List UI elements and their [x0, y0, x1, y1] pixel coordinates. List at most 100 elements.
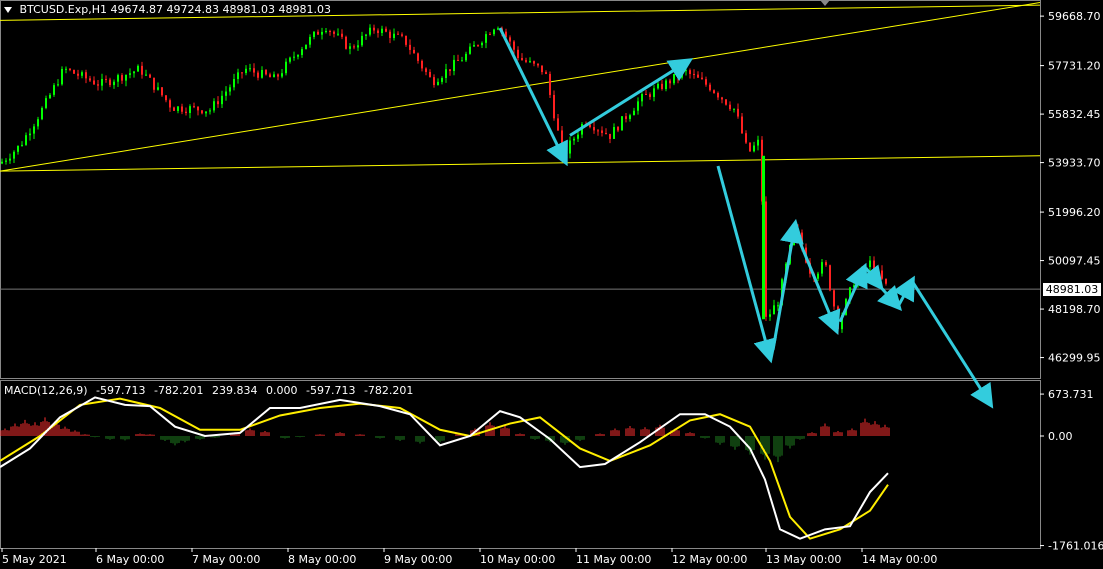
high-value: 49724.83	[166, 3, 220, 16]
symbol-dropdown-icon[interactable]	[4, 7, 12, 13]
candle-bear	[701, 77, 703, 80]
candle-bull	[285, 61, 287, 74]
candle-bull	[293, 56, 295, 58]
candle-bear	[161, 87, 163, 96]
candle-bear	[873, 260, 875, 273]
time-tick-label: 11 May 00:00	[576, 553, 651, 566]
candle-bear	[409, 44, 411, 50]
candle-bear	[333, 31, 335, 34]
chart-shift-marker	[820, 0, 830, 6]
candle-bear	[645, 93, 647, 95]
candle-bull	[673, 74, 675, 84]
time-tick-label: 5 May 2021	[2, 553, 67, 566]
candle-bear	[541, 65, 543, 73]
candle-bear	[181, 106, 183, 112]
candle-bull	[313, 31, 315, 37]
candle-bull	[465, 53, 467, 61]
candle-bull	[529, 61, 531, 63]
time-tick-label: 6 May 00:00	[96, 553, 164, 566]
candle-bear	[89, 78, 91, 81]
candle-bear	[201, 110, 203, 114]
candle-bull	[757, 139, 759, 146]
candle-bull	[653, 88, 655, 97]
candle-bear	[397, 33, 399, 35]
candle-bear	[557, 118, 559, 131]
candle-bull	[49, 94, 51, 99]
macd-value-5: -597.713	[305, 384, 356, 397]
candle-bear	[689, 70, 691, 74]
candle-bull	[441, 77, 443, 82]
candle-bull	[177, 106, 179, 111]
candle-bull	[393, 33, 395, 38]
candle-bull	[309, 36, 311, 45]
candle-bear	[449, 69, 451, 72]
macd-signal-line	[0, 397, 889, 540]
candle-bull	[17, 145, 19, 152]
candle-bull	[361, 35, 363, 46]
time-tick-label: 13 May 00:00	[766, 553, 841, 566]
candle-bear	[565, 146, 567, 154]
candle-bull	[37, 119, 39, 127]
candle-bull	[21, 144, 23, 146]
macd-tick-label: 673.731	[1048, 388, 1094, 401]
projection-arrow	[910, 280, 994, 409]
candle-bear	[517, 49, 519, 59]
price-tick-label: 53933.70	[1048, 157, 1101, 170]
macd-name: MACD(12,26,9)	[4, 384, 88, 397]
candle-bear	[257, 72, 259, 78]
candle-bull	[629, 115, 631, 119]
candle-bear	[513, 41, 515, 50]
price-tick-label: 55832.45	[1048, 108, 1101, 121]
candle-bull	[485, 34, 487, 43]
time-tick-label: 7 May 00:00	[192, 553, 260, 566]
candle-bear	[197, 106, 199, 111]
candle-bear	[425, 68, 427, 72]
candle-bear	[489, 34, 491, 36]
candle-bull	[869, 260, 871, 268]
candle-bull	[453, 59, 455, 72]
candle-bear	[697, 74, 699, 78]
candle-bull	[57, 84, 59, 86]
candle-bull	[249, 68, 251, 70]
candle-bull	[321, 31, 323, 35]
candle-bear	[561, 130, 563, 147]
candle-bear	[601, 130, 603, 133]
time-tick-label: 8 May 00:00	[288, 553, 356, 566]
candle-bear	[837, 306, 839, 330]
candle-bull	[245, 68, 247, 74]
candle-bull	[1, 161, 3, 164]
candle-bear	[341, 33, 343, 37]
candle-bull	[769, 314, 771, 317]
candle-bear	[93, 80, 95, 85]
candle-bear	[737, 108, 739, 117]
candle-bear	[429, 71, 431, 78]
candle-bull	[33, 126, 35, 134]
candle-bear	[661, 83, 663, 90]
candle-bear	[153, 77, 155, 90]
candle-bull	[101, 78, 103, 86]
candle-bull	[357, 45, 359, 48]
macd-tick-label: -1761.016	[1048, 540, 1103, 553]
candle-bear	[597, 130, 599, 132]
candle-bear	[165, 95, 167, 101]
candle-bear	[149, 74, 151, 78]
current-price-label: 48981.03	[1043, 283, 1101, 296]
chart-header: BTCUSD.Exp,H1 49674.87 49724.83 48981.03…	[4, 3, 331, 16]
candle-bull	[365, 34, 367, 36]
price-tick-label: 59668.70	[1048, 10, 1101, 23]
candle-bull	[325, 31, 327, 33]
candle-bull	[13, 151, 15, 159]
candle-bull	[445, 69, 447, 78]
candle-bull	[81, 72, 83, 76]
projection-arrow	[569, 58, 694, 137]
candle-bear	[277, 74, 279, 77]
candle-bull	[157, 87, 159, 90]
trendline	[0, 155, 1041, 172]
time-tick-label: 10 May 00:00	[480, 553, 555, 566]
price-tick-label: 46299.95	[1048, 352, 1101, 365]
candle-bear	[593, 127, 595, 131]
candle-bear	[545, 72, 547, 75]
candle-bull	[369, 27, 371, 35]
candle-bear	[477, 45, 479, 47]
symbol-label: BTCUSD.Exp,H1	[19, 3, 108, 16]
